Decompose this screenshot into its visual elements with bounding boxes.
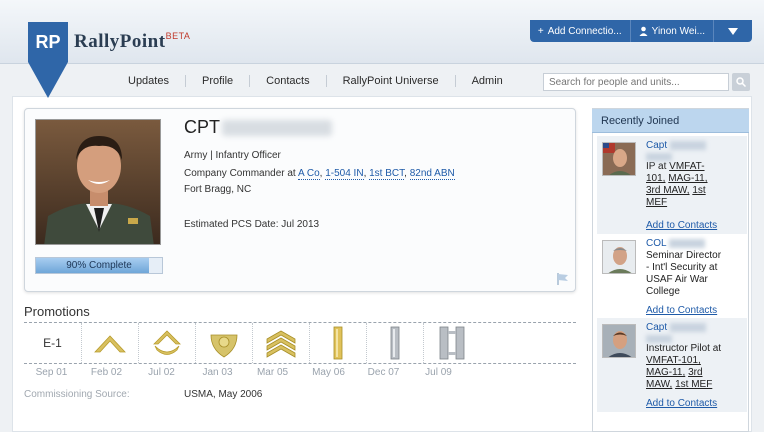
profile-progress-bar: 90% Complete [35,257,163,274]
recent-member: Capt Instructor Pilot at VMFAT-101, MAG-… [597,318,747,412]
promotion-date: Jan 03 [202,367,233,378]
logo-arrow [28,62,68,98]
promotion-2lt-bar[interactable] [309,323,366,363]
member-unit-link[interactable]: VMFAT-101, [646,355,701,366]
commissioning-source-label: Commissioning Source: [24,389,130,400]
promotion-date: Mar 05 [256,367,289,378]
caret-down-icon [728,27,738,35]
member-info: Capt IP at VMFAT- 101, MAG-11, 3rd MAW, … [646,140,742,209]
member-unit-link[interactable]: 1st MEF [675,379,712,390]
recent-member: COL Seminar Director - Int'l Security at… [597,234,747,318]
beta-tag: BETA [165,31,191,41]
user-icon [639,26,648,36]
member-unit-link[interactable]: 3rd MAW, [646,185,690,196]
promotion-date: Jul 09 [425,367,452,378]
profile-location: Fort Bragg, NC [184,184,252,195]
profile-branch: Army | Infantry Officer [184,150,281,161]
recently-joined-title: Recently Joined [592,109,749,133]
member-unit-link[interactable]: VMFAT- [669,161,704,172]
profile-photo [35,119,161,245]
double-silver-bar-icon [439,326,465,360]
profile-role: Company Commander at A Co, 1-504 IN, 1st… [184,168,455,180]
member-unit-link[interactable]: 1st [692,185,705,196]
logo-badge[interactable]: RP [28,22,68,62]
promotion-spc[interactable] [195,323,252,363]
nav-updates[interactable]: Updates [112,75,186,87]
unit-link-82nd-abn[interactable]: 82nd ABN [409,168,455,180]
nav-contacts[interactable]: Contacts [250,75,327,87]
promotion-2lt-chevron[interactable] [81,323,138,363]
member-unit-link[interactable]: MEF [646,197,667,208]
menu-dropdown-button[interactable] [714,20,752,42]
search-button[interactable] [732,73,750,91]
commissioning-source-value: USMA, May 2006 [184,389,263,400]
logo-text[interactable]: RallyPointBETA [74,31,190,53]
member-line: USAF Air War [646,274,708,285]
member-rank-link[interactable]: Capt [646,322,667,333]
gold-bar-icon [333,326,343,360]
member-avatar[interactable] [602,240,636,274]
role-prefix: Company Commander at [184,168,296,179]
profile-rank: CPT [184,117,220,137]
promotion-date: May 06 [312,367,345,378]
main-nav: Updates Profile Contacts RallyPoint Univ… [112,75,519,87]
chevron-rocker-icon [153,330,181,355]
user-bar: + Add Connectio... Yinon Wei... [529,20,752,42]
chevron-rank-icon [94,335,126,353]
promotion-e1[interactable]: E-1 [24,323,81,363]
promotion-cpt-bars[interactable] [423,323,480,363]
nav-profile[interactable]: Profile [186,75,251,87]
search-input[interactable] [543,73,729,91]
progress-label: 90% Complete [66,260,132,271]
add-connection-button[interactable]: + Add Connectio... [530,20,631,42]
promotion-date: Sep 01 [35,367,68,378]
member-rank-link[interactable]: Capt [646,140,667,151]
recent-member: Capt IP at VMFAT- 101, MAG-11, 3rd MAW, … [597,136,747,234]
nav-rallypoint-universe[interactable]: RallyPoint Universe [327,75,456,87]
user-name: Yinon Wei... [651,25,705,37]
profile-pcs-date: Estimated PCS Date: Jul 2013 [184,219,320,230]
unit-link-1-504-in[interactable]: 1-504 IN [325,168,364,180]
member-unit-link[interactable]: MAG-11, [668,173,707,184]
silver-bar-icon [390,326,400,360]
member-line: IP at [646,161,667,172]
specialist-insignia-icon [210,334,238,358]
add-to-contacts-link[interactable]: Add to Contacts [646,305,717,316]
member-unit-link[interactable]: MAG-11, [646,367,685,378]
flag-icon[interactable] [556,272,570,289]
search-icon [736,77,746,87]
add-to-contacts-link[interactable]: Add to Contacts [646,220,717,231]
member-info: COL Seminar Director - Int'l Security at… [646,238,742,298]
member-unit-link[interactable]: 101, [646,173,665,184]
nav-admin[interactable]: Admin [456,75,519,87]
member-unit-link[interactable]: 3rd [688,367,702,378]
member-unit-link[interactable]: MAW, [646,379,672,390]
add-to-contacts-link[interactable]: Add to Contacts [646,398,717,409]
promotion-sgt[interactable] [252,323,309,363]
unit-link-a-co[interactable]: A Co [297,168,320,180]
member-rank-link[interactable]: COL [646,238,666,249]
sergeant-chevrons-icon [266,330,296,358]
profile-name-blurred [222,120,332,136]
member-line: Seminar Director [646,250,722,261]
member-avatar[interactable] [602,324,636,358]
plus-icon: + [537,25,544,37]
member-line: College [646,286,680,297]
promotions-title: Promotions [24,304,90,319]
unit-link-1st-bct[interactable]: 1st BCT [369,168,405,180]
promotion-date: Jul 02 [148,367,175,378]
member-line: Instructor Pilot at [646,343,722,354]
add-connection-label: Add Connectio... [547,25,622,37]
promotion-date: Dec 07 [367,367,400,378]
promotion-e1-label: E-1 [43,336,62,350]
promotion-1lt-bar[interactable] [366,323,423,363]
promotion-date: Feb 02 [90,367,123,378]
member-avatar[interactable] [602,142,636,176]
member-line: - Int'l Security at [646,262,718,273]
user-menu[interactable]: Yinon Wei... [631,20,714,42]
promotion-pfc[interactable] [138,323,195,363]
member-info: Capt Instructor Pilot at VMFAT-101, MAG-… [646,322,742,391]
